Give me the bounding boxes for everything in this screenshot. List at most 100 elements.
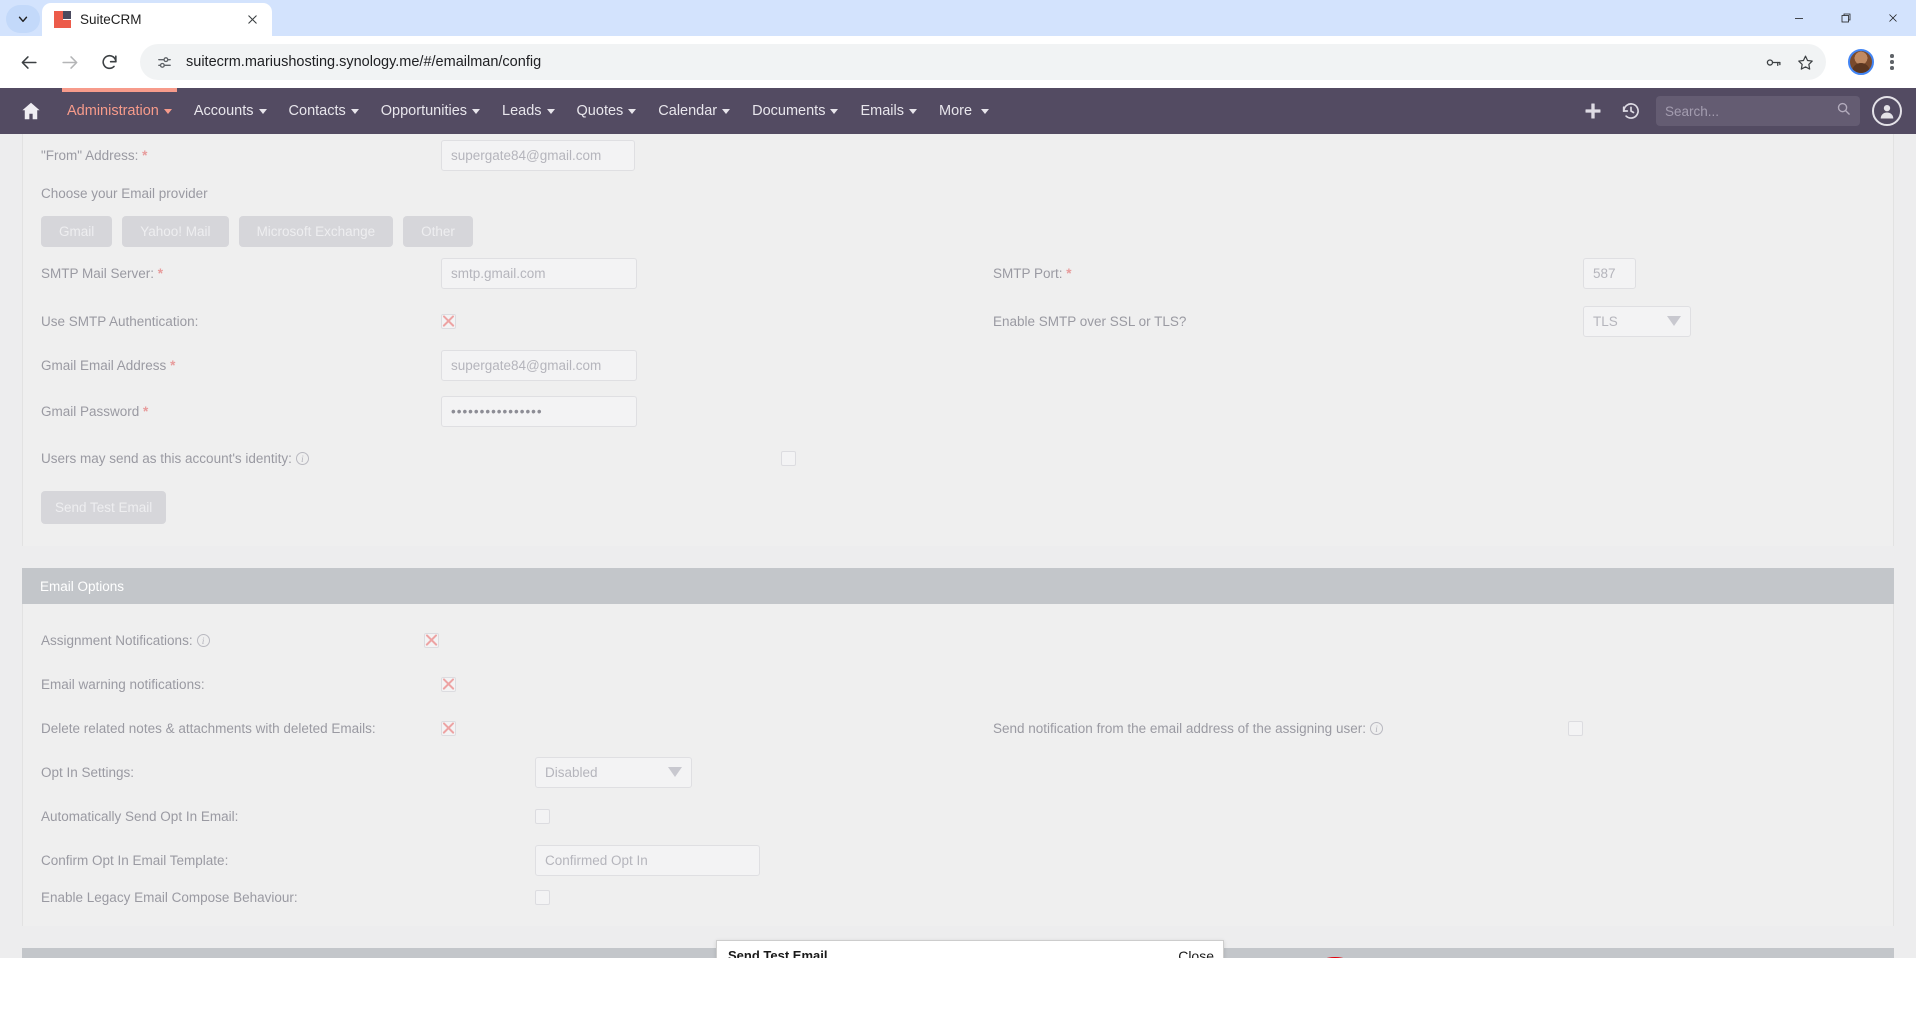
close-icon[interactable] <box>242 10 262 30</box>
gmail-email-label: Gmail Email Address * <box>41 357 176 373</box>
row-legacy-compose: Enable Legacy Email Compose Behaviour: <box>23 882 1893 926</box>
smtp-port-input[interactable]: 587 <box>1583 257 1636 289</box>
confirm-opt-in-template-group: Confirm Opt In Email Template: Confirmed… <box>41 844 993 876</box>
chevron-down-icon <box>628 108 637 114</box>
back-arrow-icon[interactable] <box>10 43 48 81</box>
search-placeholder: Search... <box>1665 103 1720 119</box>
search-input[interactable]: Search... <box>1656 96 1860 126</box>
confirm-opt-in-template-select[interactable]: Confirmed Opt In <box>535 844 760 876</box>
provider-button-microsoft-exchange[interactable]: Microsoft Exchange <box>238 216 394 247</box>
nav-label: Quotes <box>576 103 624 119</box>
nav-item-leads[interactable]: Leads <box>491 88 566 134</box>
chevron-down-icon <box>981 108 990 114</box>
reload-icon[interactable] <box>90 43 128 81</box>
ssl-tls-value: TLS <box>1593 313 1618 329</box>
star-icon[interactable] <box>1790 47 1820 77</box>
nav-item-administration[interactable]: Administration <box>56 88 183 134</box>
legacy-compose-group: Enable Legacy Email Compose Behaviour: <box>41 889 993 905</box>
required-marker: * <box>143 403 149 419</box>
from-address-field-group: "From" Address: * supergate84@gmail.com <box>41 139 993 171</box>
provider-button-other[interactable]: Other <box>403 216 473 247</box>
smtp-auth-field-group: Use SMTP Authentication: <box>41 313 993 329</box>
legacy-compose-label: Enable Legacy Email Compose Behaviour: <box>41 889 298 905</box>
section-gap <box>0 546 1916 568</box>
nav-item-contacts[interactable]: Contacts <box>278 88 370 134</box>
users-may-send-checkbox[interactable] <box>780 450 796 466</box>
gmail-password-input[interactable]: •••••••••••••••• <box>441 395 637 427</box>
key-icon[interactable] <box>1758 47 1788 77</box>
modal-close-link[interactable]: Close <box>1178 948 1214 959</box>
row-confirm-opt-in-template: Confirm Opt In Email Template: Confirmed… <box>23 838 1893 882</box>
assignment-notifications-checkbox[interactable] <box>423 632 439 648</box>
nav-label: Calendar <box>658 103 718 119</box>
nav-item-calendar[interactable]: Calendar <box>647 88 741 134</box>
opt-in-settings-select[interactable]: Disabled <box>535 756 692 788</box>
opt-in-settings-group: Opt In Settings: Disabled <box>41 756 993 788</box>
send-notification-assigning-user-checkbox[interactable] <box>1567 720 1583 736</box>
email-warning-notifications-group: Email warning notifications: <box>41 676 993 692</box>
profile-avatar-icon[interactable] <box>1848 49 1874 75</box>
modal-header: Send Test Email Close <box>717 941 1223 959</box>
opt-in-settings-label: Opt In Settings: <box>41 764 135 780</box>
suitecrm-favicon <box>54 11 71 28</box>
from-address-input[interactable]: supergate84@gmail.com <box>441 139 635 171</box>
info-icon[interactable]: i <box>196 634 210 648</box>
email-warning-notifications-checkbox[interactable] <box>441 676 456 692</box>
nav-item-accounts[interactable]: Accounts <box>183 88 278 134</box>
provider-button-gmail[interactable]: Gmail <box>41 216 113 247</box>
nav-item-quotes[interactable]: Quotes <box>566 88 648 134</box>
minimize-icon[interactable] <box>1775 0 1822 36</box>
close-window-icon[interactable] <box>1869 0 1916 36</box>
send-notification-assigning-user-label: Send notification from the email address… <box>993 721 1383 736</box>
info-icon[interactable]: i <box>1369 722 1383 736</box>
email-warning-notifications-label: Email warning notifications: <box>41 676 205 692</box>
row-from-address: "From" Address: * supergate84@gmail.com <box>23 134 1893 176</box>
maximize-icon[interactable] <box>1822 0 1869 36</box>
assignment-notifications-group: Assignment Notifications: i <box>41 632 993 648</box>
user-avatar[interactable] <box>1872 96 1902 126</box>
email-options-header: Email Options <box>22 568 1894 604</box>
chevron-down-icon[interactable] <box>6 5 40 33</box>
chevron-down-icon <box>163 108 172 114</box>
omnibox[interactable]: suitecrm.mariushosting.synology.me/#/ema… <box>140 44 1826 80</box>
auto-send-opt-in-checkbox[interactable] <box>535 808 550 824</box>
chevron-down-icon <box>722 108 731 114</box>
nav-label: Emails <box>860 103 904 119</box>
smtp-auth-label: Use SMTP Authentication: <box>41 313 199 329</box>
opt-in-settings-value: Disabled <box>545 764 598 780</box>
nav-label: Opportunities <box>380 103 468 119</box>
home-icon[interactable] <box>14 100 48 122</box>
history-clock-icon[interactable] <box>1618 98 1644 124</box>
nav-label: Accounts <box>193 103 254 119</box>
browser-toolbar: suitecrm.mariushosting.synology.me/#/ema… <box>0 36 1916 88</box>
search-icon[interactable] <box>1836 101 1851 121</box>
nav-label: Documents <box>752 103 826 119</box>
page-content: "From" Address: * supergate84@gmail.com … <box>0 134 1916 958</box>
send-test-email-button[interactable]: Send Test Email <box>41 491 167 524</box>
ssl-tls-select[interactable]: TLS <box>1583 305 1691 337</box>
smtp-auth-checkbox[interactable] <box>441 313 456 329</box>
chevron-down-icon <box>830 108 839 114</box>
browser-tab[interactable]: SuiteCRM <box>42 3 272 36</box>
kebab-menu-icon[interactable] <box>1878 48 1906 76</box>
nav-item-documents[interactable]: Documents <box>741 88 849 134</box>
provider-button-yahoo[interactable]: Yahoo! Mail <box>122 216 229 247</box>
send-notification-assigning-user-group: Send notification from the email address… <box>993 720 1893 736</box>
info-icon[interactable]: i <box>295 452 309 466</box>
browser-tab-strip: SuiteCRM <box>0 0 1916 36</box>
delete-related-notes-checkbox[interactable] <box>441 720 456 736</box>
browser-tab-title: SuiteCRM <box>80 12 142 27</box>
plus-icon[interactable] <box>1580 98 1606 124</box>
nav-item-more[interactable]: More <box>928 88 1000 134</box>
ssl-tls-label: Enable SMTP over SSL or TLS? <box>993 313 1187 329</box>
nav-item-emails[interactable]: Emails <box>849 88 928 134</box>
forward-arrow-icon[interactable] <box>50 43 88 81</box>
gmail-email-input[interactable]: supergate84@gmail.com <box>441 349 637 381</box>
nav-label: More <box>938 103 973 119</box>
omnibox-actions <box>1758 47 1820 77</box>
smtp-server-input[interactable]: smtp.gmail.com <box>441 257 637 289</box>
required-marker: * <box>157 265 164 281</box>
nav-item-opportunities[interactable]: Opportunities <box>370 88 491 134</box>
site-settings-icon[interactable] <box>152 50 176 74</box>
legacy-compose-checkbox[interactable] <box>535 889 550 905</box>
